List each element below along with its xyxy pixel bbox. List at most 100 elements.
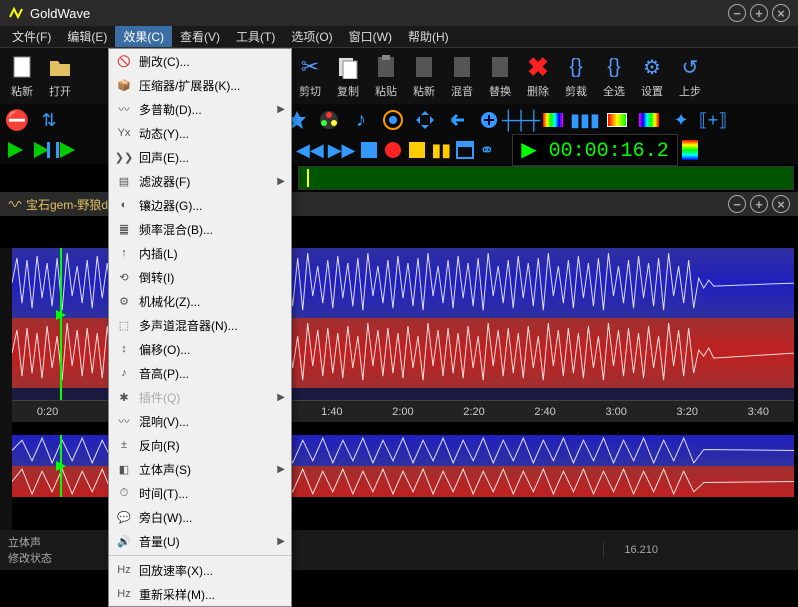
submenu-arrow-icon: ▶ [277,392,285,403]
paste-new-button[interactable]: 粘新 [4,52,40,100]
dropdown-item[interactable]: ❯❯回声(E)... [109,145,291,169]
settings-button[interactable]: ⚙设置 [634,52,670,100]
pause-button[interactable]: ▮▮ [431,140,451,161]
dropdown-item[interactable]: 〰多普勒(D)...▶ [109,97,291,121]
replace-button[interactable]: 替换 [482,52,518,100]
dropdown-item[interactable]: ±反向(R) [109,433,291,457]
note-icon[interactable]: ♪ [348,107,374,133]
dropdown-item-icon: 🚫 [115,52,133,70]
dropdown-item-label: 倒转(I) [139,269,285,286]
step-up-button[interactable]: ↺上步 [672,52,708,100]
dropdown-item[interactable]: ✱插件(Q)▶ [109,385,291,409]
submenu-arrow-icon: ▶ [277,464,285,475]
dropdown-item[interactable]: ♪音高(P)... [109,361,291,385]
menu-edit[interactable]: 编辑(E) [59,26,115,47]
stop-yellow-button[interactable] [407,140,427,160]
menu-tools[interactable]: 工具(T) [228,26,283,47]
overview-cursor[interactable] [60,435,62,497]
dropdown-item-icon: ⚙ [115,292,133,310]
maximize-button[interactable]: + [750,4,768,22]
close-button[interactable]: × [772,4,790,22]
level-marker [307,169,309,187]
menu-view[interactable]: 查看(V) [172,26,228,47]
arrow-left-icon[interactable] [444,107,470,133]
dropdown-item[interactable]: Hz重新采样(M)... [109,582,291,606]
mix-button[interactable]: 混音 [444,52,480,100]
arrows-io-icon[interactable]: ⇅ [36,107,62,133]
dropdown-item[interactable]: ⏱ 时间(T)... [109,481,291,505]
spark-icon[interactable]: ✦ [668,107,694,133]
dropdown-item-icon: ⏱ [115,484,133,502]
dropdown-item[interactable]: ◧立体声(S)▶ [109,457,291,481]
play-marker-button[interactable] [56,139,78,161]
dropdown-item[interactable]: Hz回放速率(X)... [109,558,291,582]
play-blue-button[interactable] [30,139,52,161]
target-icon[interactable] [380,107,406,133]
channel-sidebar [0,248,12,530]
delete-x-icon: ✖ [524,53,552,81]
plus-bracket-icon[interactable]: ⟦+⟧ [700,107,726,133]
folder-open-icon [48,55,72,79]
dropdown-item[interactable]: Yx动态(Y)... [109,121,291,145]
cut-button[interactable]: ✂剪切 [292,52,328,100]
dropdown-item[interactable]: ⬚多声道混音器(N)... [109,313,291,337]
dropdown-item-label: 时间(T)... [139,485,285,502]
menu-window[interactable]: 窗口(W) [341,26,400,47]
circle-arrows-icon[interactable] [476,107,502,133]
play-green-button[interactable] [4,139,26,161]
dropdown-item[interactable]: 〰混响(V)... [109,409,291,433]
flag-icon[interactable] [604,107,630,133]
dropdown-item[interactable]: 📦压缩器/扩展器(K)... [109,73,291,97]
dropdown-item[interactable]: ↑内插(L) [109,241,291,265]
select-all-button[interactable]: {}全选 [596,52,632,100]
submenu-arrow-icon: ▶ [277,104,285,115]
bars-icon[interactable]: ▮▮▮ [572,107,598,133]
open-button[interactable]: 打开 [42,52,78,100]
menu-options[interactable]: 选项(O) [283,26,340,47]
menu-effect[interactable]: 效果(C) [115,26,172,47]
record-button[interactable] [383,140,403,160]
spectrum2-icon[interactable] [636,107,662,133]
dropdown-item[interactable]: 💬旁白(W)... [109,505,291,529]
doc-maximize-button[interactable]: + [750,195,768,213]
dropdown-item[interactable]: ䷀频率混合(B)... [109,217,291,241]
window-icon[interactable] [455,140,475,160]
doc-minimize-button[interactable]: − [728,195,746,213]
stop-blue-button[interactable] [359,140,379,160]
play-cursor[interactable] [60,248,62,400]
dropdown-item-label: 立体声(S) [139,461,271,478]
paste-new-icon [10,55,34,79]
doc-close-button[interactable]: × [772,195,790,213]
dropdown-item-icon: ± [115,436,133,454]
paste-button[interactable]: 粘贴 [368,52,404,100]
dropdown-item[interactable]: ⟲倒转(I) [109,265,291,289]
spectrum-icon[interactable] [540,107,566,133]
dropdown-item[interactable]: 🔊音量(U)▶ [109,529,291,553]
copy-button[interactable]: 复制 [330,52,366,100]
dropdown-item[interactable]: ▤滤波器(F)▶ [109,169,291,193]
equalizer-icon[interactable]: ┼┼┼ [508,107,534,133]
delete-button[interactable]: ✖删除 [520,52,556,100]
forward-button[interactable]: ▶▶ [328,140,356,161]
dropdown-item[interactable]: ◐镶边器(G)... [109,193,291,217]
timer-spectrum-icon[interactable] [682,140,698,160]
menu-file[interactable]: 文件(F) [4,26,59,47]
minimize-button[interactable]: − [728,4,746,22]
trim-button[interactable]: {}剪裁 [558,52,594,100]
rewind-button[interactable]: ◀◀ [296,140,324,161]
menu-help[interactable]: 帮助(H) [400,26,457,47]
arrows-expand-icon[interactable] [412,107,438,133]
paste-new2-button[interactable]: 粘新 [406,52,442,100]
dropdown-item[interactable]: 🚫删改(C)... [109,49,291,73]
dropdown-item[interactable]: ⚙机械化(Z)... [109,289,291,313]
color-wheel-icon[interactable] [316,107,342,133]
dropdown-item-label: 动态(Y)... [139,125,285,142]
dropdown-item-icon: 〰 [115,412,133,430]
dropdown-item-icon: ▤ [115,172,133,190]
dropdown-item[interactable]: ↕偏移(O)... [109,337,291,361]
dropdown-item-icon: ♪ [115,364,133,382]
link-icon[interactable]: ⚭ [479,140,494,161]
dropdown-item-label: 回声(E)... [139,149,285,166]
scissors-icon: ✂ [296,53,324,81]
no-entry-icon[interactable]: ⛔ [4,107,30,133]
